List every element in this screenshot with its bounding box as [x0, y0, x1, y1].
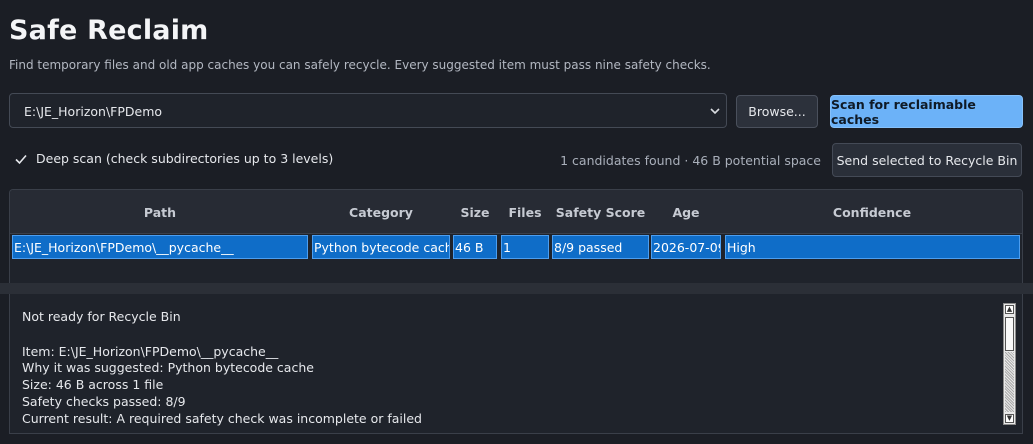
path-value: E:\JE_Horizon\FPDemo: [24, 104, 163, 119]
scrollbar-thumb[interactable]: [1005, 317, 1014, 351]
column-header-safety-score[interactable]: Safety Score: [551, 205, 650, 220]
details-status: Not ready for Recycle Bin: [22, 309, 181, 324]
details-why: Why it was suggested: Python bytecode ca…: [22, 360, 314, 375]
page-subtitle: Find temporary files and old app caches …: [9, 58, 711, 72]
chevron-down-icon[interactable]: [707, 103, 723, 119]
cell-safety-score[interactable]: 8/9 passed: [552, 235, 649, 259]
cell-files[interactable]: 1: [501, 235, 549, 259]
column-header-confidence[interactable]: Confidence: [724, 205, 1020, 220]
column-header-files[interactable]: Files: [501, 205, 549, 220]
cell-size[interactable]: 46 B: [453, 235, 497, 259]
cell-age[interactable]: 2026-07-09: [651, 235, 721, 259]
details-panel: Not ready for Recycle Bin Item: E:\JE_Ho…: [9, 294, 1023, 434]
cell-path[interactable]: E:\JE_Horizon\FPDemo\__pycache__: [12, 235, 308, 259]
page-title: Safe Reclaim: [9, 15, 209, 46]
details-result: Current result: A required safety check …: [22, 411, 422, 426]
scrollbar-track[interactable]: [1005, 352, 1014, 412]
column-header-category[interactable]: Category: [312, 205, 450, 220]
recycle-button[interactable]: Send selected to Recycle Bin: [832, 143, 1022, 177]
scroll-down-icon[interactable]: ▼: [1005, 414, 1014, 423]
details-scrollbar[interactable]: ▲ ▼: [1003, 303, 1016, 425]
results-table: Path Category Size Files Safety Score Ag…: [9, 189, 1023, 283]
checkmark-icon[interactable]: [14, 152, 28, 166]
column-header-path[interactable]: Path: [10, 205, 310, 220]
scan-button[interactable]: Scan for reclaimable caches: [830, 95, 1023, 128]
column-header-age[interactable]: Age: [651, 205, 721, 220]
scroll-up-icon[interactable]: ▲: [1005, 305, 1014, 314]
details-checks: Safety checks passed: 8/9: [22, 394, 186, 409]
panel-splitter[interactable]: [0, 283, 1033, 294]
column-header-size[interactable]: Size: [452, 205, 498, 220]
browse-button[interactable]: Browse...: [736, 95, 818, 128]
details-item: Item: E:\JE_Horizon\FPDemo\__pycache__: [22, 344, 279, 359]
table-row[interactable]: E:\JE_Horizon\FPDemo\__pycache__ Python …: [10, 233, 1022, 262]
deep-scan-checkbox[interactable]: Deep scan (check subdirectories up to 3 …: [14, 151, 333, 166]
cell-category[interactable]: Python bytecode cache: [312, 235, 450, 259]
path-dropdown[interactable]: E:\JE_Horizon\FPDemo: [9, 93, 727, 128]
deep-scan-label: Deep scan (check subdirectories up to 3 …: [36, 151, 334, 166]
scan-summary: 1 candidates found · 46 B potential spac…: [560, 153, 821, 168]
details-size: Size: 46 B across 1 file: [22, 377, 164, 392]
cell-confidence[interactable]: High: [725, 235, 1020, 259]
table-header: Path Category Size Files Safety Score Ag…: [10, 190, 1022, 234]
